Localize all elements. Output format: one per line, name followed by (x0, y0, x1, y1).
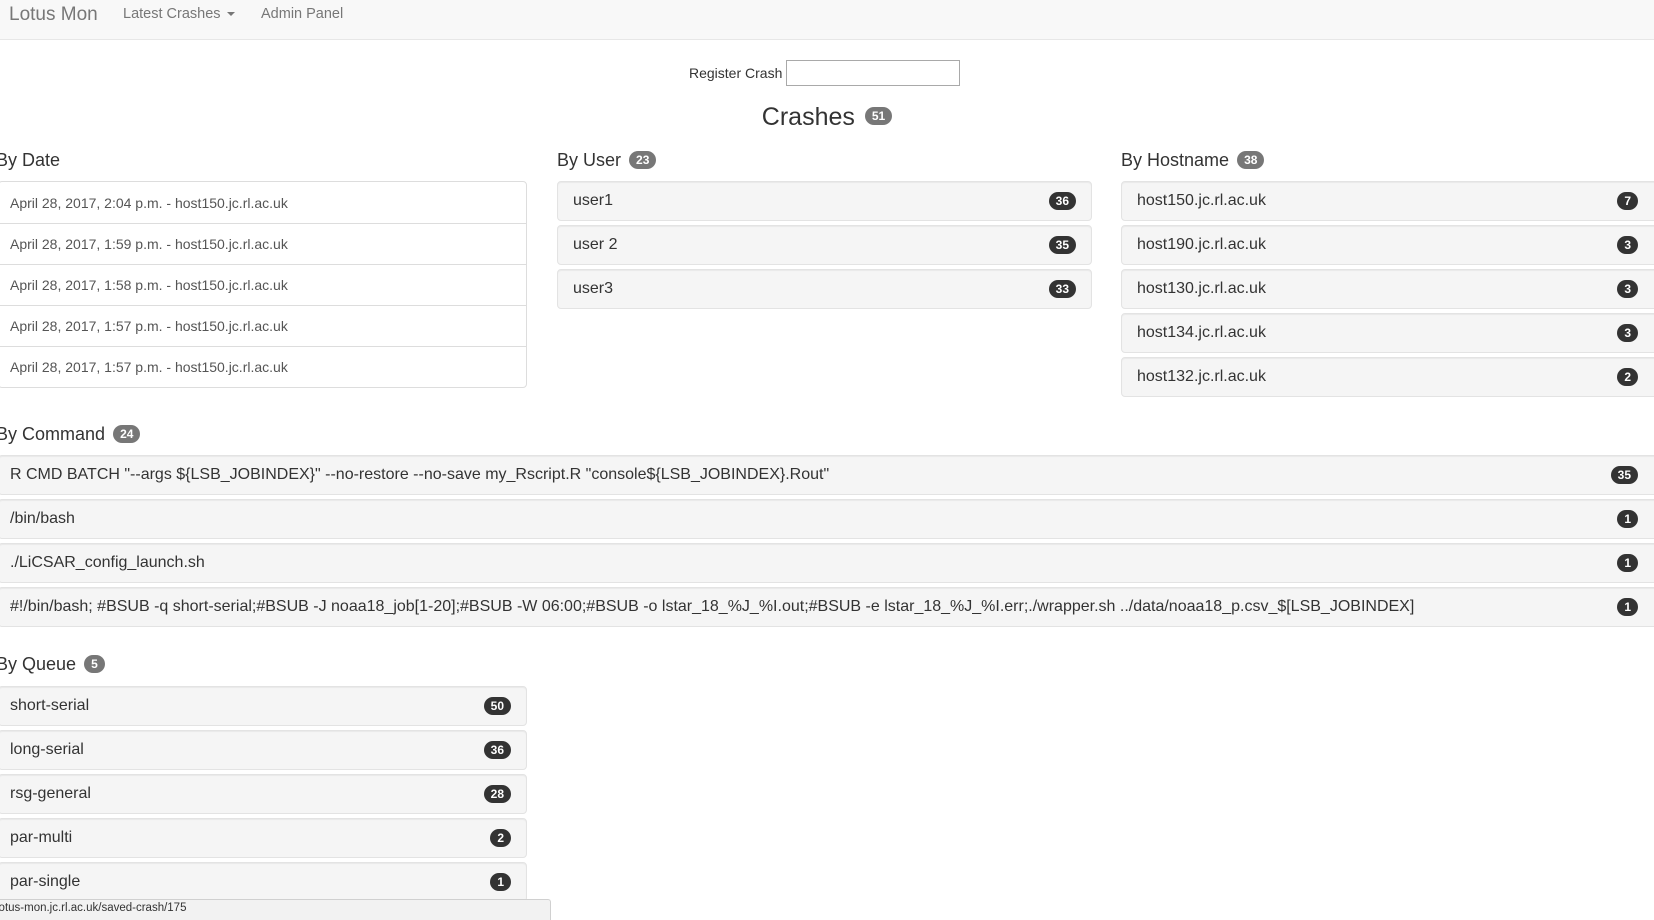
date-list-item[interactable]: April 28, 2017, 1:57 p.m. - host150.jc.r… (0, 346, 526, 387)
queue-list-item[interactable]: short-serial 50 (0, 686, 527, 726)
hostname-crash-count-badge: 3 (1617, 236, 1638, 254)
queue-list-item[interactable]: rsg-general 28 (0, 774, 527, 814)
by-queue-heading: By Queue 5 (0, 654, 105, 675)
command-list-item[interactable]: /bin/bash 1 (0, 499, 1654, 539)
queue-list-item[interactable]: par-multi 2 (0, 818, 527, 858)
command-list-item[interactable]: #!/bin/bash; #BSUB -q short-serial;#BSUB… (0, 587, 1654, 627)
by-hostname-heading: By Hostname 38 (1121, 150, 1265, 171)
brand-link[interactable]: Lotus Mon (9, 4, 98, 26)
hostname: host130.jc.rl.ac.uk (1137, 280, 1266, 297)
hostname-list-item[interactable]: host130.jc.rl.ac.uk 3 (1121, 269, 1654, 309)
command-crash-count-badge: 1 (1617, 510, 1638, 528)
by-command-heading-text: By Command (0, 424, 106, 444)
hostname-list-item[interactable]: host150.jc.rl.ac.uk 7 (1121, 181, 1654, 221)
user-crash-count-badge: 35 (1048, 236, 1076, 254)
browser-status-bar: lotus-mon.jc.rl.ac.uk/saved-crash/175 (0, 899, 551, 920)
queue-name: long-serial (10, 741, 84, 758)
hostname: host150.jc.rl.ac.uk (1137, 192, 1266, 209)
by-user-list: user1 36 user 2 35 user3 33 (557, 181, 1092, 313)
status-bar-url: lotus-mon.jc.rl.ac.uk/saved-crash/175 (0, 902, 187, 914)
by-date-list: April 28, 2017, 2:04 p.m. - host150.jc.r… (0, 181, 527, 388)
command-crash-count-badge: 1 (1617, 554, 1638, 572)
queue-name: short-serial (10, 697, 90, 714)
by-queue-heading-text: By Queue (0, 654, 77, 674)
nav-latest-crashes-label: Latest Crashes (123, 6, 221, 22)
by-date-heading-text: By Date (0, 150, 61, 170)
queue-list-item[interactable]: par-single 1 (0, 862, 527, 902)
by-user-heading-text: By User (557, 150, 622, 170)
queue-crash-count-badge: 28 (483, 785, 511, 803)
caret-down-icon (226, 12, 235, 17)
hostname: host132.jc.rl.ac.uk (1137, 368, 1266, 385)
date-list-item[interactable]: April 28, 2017, 2:04 p.m. - host150.jc.r… (0, 182, 526, 223)
queue-crash-count-badge: 1 (490, 873, 511, 891)
queue-list-item[interactable]: long-serial 36 (0, 730, 527, 770)
date-list-item[interactable]: April 28, 2017, 1:58 p.m. - host150.jc.r… (0, 264, 526, 305)
command-list-item[interactable]: ./LiCSAR_config_launch.sh 1 (0, 543, 1654, 583)
page-title-text: Crashes (761, 103, 855, 131)
by-command-heading: By Command 24 (0, 424, 141, 445)
by-hostname-count-badge: 38 (1237, 151, 1265, 170)
hostname: host190.jc.rl.ac.uk (1137, 236, 1266, 253)
date-list-item[interactable]: April 28, 2017, 1:57 p.m. - host150.jc.r… (0, 305, 526, 346)
user-crash-count-badge: 33 (1048, 280, 1076, 298)
hostname-list-item[interactable]: host134.jc.rl.ac.uk 3 (1121, 313, 1654, 353)
total-crashes-badge: 51 (864, 107, 893, 126)
hostname-list-item[interactable]: host132.jc.rl.ac.uk 2 (1121, 357, 1654, 397)
register-crash-row: Register Crash (689, 60, 961, 86)
by-command-list: R CMD BATCH "--args ${LSB_JOBINDEX}" --n… (0, 455, 1654, 631)
by-hostname-list: host150.jc.rl.ac.uk 7 host190.jc.rl.ac.u… (1121, 181, 1654, 401)
by-queue-list: short-serial 50 long-serial 36 rsg-gener… (0, 686, 527, 906)
queue-crash-count-badge: 50 (483, 697, 511, 715)
hostname-crash-count-badge: 3 (1617, 324, 1638, 342)
by-date-heading: By Date (0, 150, 60, 171)
hostname-crash-count-badge: 3 (1617, 280, 1638, 298)
queue-name: rsg-general (10, 785, 91, 802)
by-queue-count-badge: 5 (84, 655, 105, 674)
nav-admin-panel[interactable]: Admin Panel (261, 6, 343, 22)
by-user-count-badge: 23 (629, 151, 657, 170)
by-command-count-badge: 24 (113, 425, 141, 444)
command-text: #!/bin/bash; #BSUB -q short-serial;#BSUB… (10, 598, 1415, 615)
register-crash-input[interactable] (786, 60, 961, 86)
command-text: /bin/bash (10, 510, 75, 527)
nav-latest-crashes-dropdown[interactable]: Latest Crashes (123, 6, 235, 22)
navbar: Lotus Mon Latest Crashes Admin Panel (0, 0, 1654, 40)
hostname-crash-count-badge: 7 (1617, 192, 1638, 210)
user-name: user 2 (573, 236, 618, 253)
command-crash-count-badge: 1 (1617, 598, 1638, 616)
queue-name: par-single (10, 873, 81, 890)
command-text: R CMD BATCH "--args ${LSB_JOBINDEX}" --n… (10, 466, 830, 483)
user-list-item[interactable]: user3 33 (557, 269, 1092, 309)
command-text: ./LiCSAR_config_launch.sh (10, 554, 205, 571)
hostname-list-item[interactable]: host190.jc.rl.ac.uk 3 (1121, 225, 1654, 265)
user-name: user1 (573, 192, 614, 209)
hostname-crash-count-badge: 2 (1617, 368, 1638, 386)
register-crash-label: Register Crash (689, 65, 783, 81)
user-name: user3 (573, 280, 614, 297)
date-list-item[interactable]: April 28, 2017, 1:59 p.m. - host150.jc.r… (0, 223, 526, 264)
command-crash-count-badge: 35 (1610, 466, 1638, 484)
user-list-item[interactable]: user 2 35 (557, 225, 1092, 265)
user-crash-count-badge: 36 (1048, 192, 1076, 210)
by-hostname-heading-text: By Hostname (1121, 150, 1230, 170)
queue-crash-count-badge: 36 (483, 741, 511, 759)
command-list-item[interactable]: R CMD BATCH "--args ${LSB_JOBINDEX}" --n… (0, 455, 1654, 495)
queue-crash-count-badge: 2 (490, 829, 511, 847)
user-list-item[interactable]: user1 36 (557, 181, 1092, 221)
queue-name: par-multi (10, 829, 73, 846)
hostname: host134.jc.rl.ac.uk (1137, 324, 1266, 341)
page-title: Crashes 51 (0, 103, 1654, 132)
by-user-heading: By User 23 (557, 150, 657, 171)
